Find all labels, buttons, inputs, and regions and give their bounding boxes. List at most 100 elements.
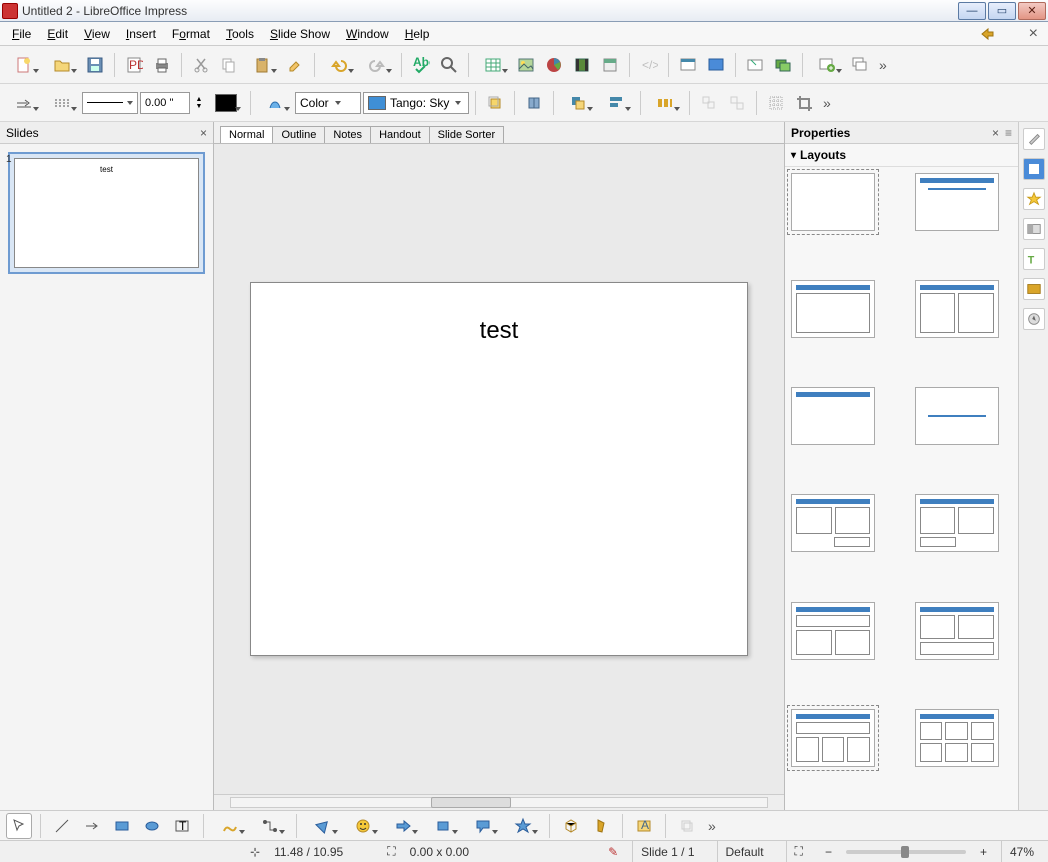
menu-format[interactable]: Format xyxy=(164,25,218,43)
tab-normal[interactable]: Normal xyxy=(220,126,273,143)
arrange-button[interactable] xyxy=(560,90,596,116)
sidebar-properties-icon[interactable] xyxy=(1023,158,1045,180)
table-button[interactable] xyxy=(475,52,511,78)
fill-color-select[interactable]: Tango: Sky xyxy=(363,92,469,114)
fit-slide-button[interactable]: ⛶ xyxy=(786,841,811,862)
line-color-button[interactable] xyxy=(208,90,244,116)
rectangle-tool[interactable] xyxy=(109,813,135,839)
close-properties-panel[interactable]: × xyxy=(992,126,999,140)
sidebar-settings-icon[interactable] xyxy=(1023,128,1045,150)
insert-object-button[interactable] xyxy=(597,52,623,78)
start-slideshow-button[interactable] xyxy=(703,52,729,78)
layout-one-two[interactable] xyxy=(915,494,999,552)
tab-slidesorter[interactable]: Slide Sorter xyxy=(429,126,504,143)
zoom-in-button[interactable]: + xyxy=(980,845,987,859)
insert-chart-button[interactable] xyxy=(541,52,567,78)
curve-tool[interactable] xyxy=(212,813,248,839)
close-document-button[interactable]: × xyxy=(1023,25,1044,43)
slide-canvas-viewport[interactable]: test xyxy=(214,144,784,794)
layout-two-one[interactable] xyxy=(791,494,875,552)
layout-stack-two[interactable] xyxy=(791,602,875,660)
menu-edit[interactable]: Edit xyxy=(39,25,76,43)
toggle-extrusion-tool[interactable] xyxy=(674,813,700,839)
glue-tool[interactable] xyxy=(588,813,614,839)
shadow-button[interactable] xyxy=(482,90,508,116)
textbox-tool[interactable]: T xyxy=(169,813,195,839)
connector-tool[interactable] xyxy=(252,813,288,839)
line-tool[interactable] xyxy=(49,813,75,839)
layout-six[interactable] xyxy=(915,709,999,767)
3d-tool[interactable] xyxy=(558,813,584,839)
maximize-button[interactable]: ▭ xyxy=(988,2,1016,20)
print-button[interactable] xyxy=(149,52,175,78)
menu-file[interactable]: File xyxy=(4,25,39,43)
duplicate-slide-button[interactable] xyxy=(847,52,873,78)
sidebar-gallery-icon[interactable] xyxy=(1023,218,1045,240)
update-icon[interactable] xyxy=(975,21,1001,47)
toolbar2-overflow[interactable]: » xyxy=(823,95,831,111)
close-window-button[interactable]: ✕ xyxy=(1018,2,1046,20)
clone-format-button[interactable] xyxy=(282,52,308,78)
ellipse-tool[interactable] xyxy=(139,813,165,839)
insert-media-button[interactable] xyxy=(569,52,595,78)
area-style-button[interactable] xyxy=(257,90,293,116)
flip-button[interactable] xyxy=(521,90,547,116)
slide-master-button[interactable] xyxy=(675,52,701,78)
slide-thumbnail-1[interactable]: test xyxy=(8,152,205,274)
menu-slideshow[interactable]: Slide Show xyxy=(262,25,338,43)
undo-button[interactable] xyxy=(321,52,357,78)
layout-title-only[interactable] xyxy=(791,387,875,445)
layouts-section-header[interactable]: ▾ Layouts xyxy=(785,144,1018,167)
layout-four-top[interactable] xyxy=(791,709,875,767)
new-slide-button[interactable] xyxy=(809,52,845,78)
flowchart-tool[interactable] xyxy=(425,813,461,839)
arrow-tool[interactable] xyxy=(79,813,105,839)
line-style2-button[interactable] xyxy=(44,90,80,116)
layout-title[interactable] xyxy=(915,173,999,231)
close-slides-panel[interactable]: × xyxy=(200,126,207,140)
menu-insert[interactable]: Insert xyxy=(118,25,164,43)
zoom-slider[interactable] xyxy=(846,850,966,854)
distribute-button[interactable] xyxy=(647,90,683,116)
menu-tools[interactable]: Tools xyxy=(218,25,262,43)
zoom-button[interactable] xyxy=(436,52,462,78)
sidebar-star-icon[interactable] xyxy=(1023,188,1045,210)
zoom-out-button[interactable]: − xyxy=(825,845,832,859)
symbol-shapes-tool[interactable] xyxy=(345,813,381,839)
basic-shapes-tool[interactable] xyxy=(305,813,341,839)
save-button[interactable] xyxy=(82,52,108,78)
sidebar-navigator-icon[interactable] xyxy=(1023,308,1045,330)
tab-handout[interactable]: Handout xyxy=(370,126,430,143)
fill-mode-select[interactable]: Color xyxy=(295,92,361,114)
cut-button[interactable] xyxy=(188,52,214,78)
redo-button[interactable] xyxy=(359,52,395,78)
grid-button[interactable] xyxy=(763,90,789,116)
minimize-button[interactable]: — xyxy=(958,2,986,20)
layout-two-content[interactable] xyxy=(915,280,999,338)
layout-centered[interactable] xyxy=(915,387,999,445)
tab-outline[interactable]: Outline xyxy=(272,126,325,143)
animation-button[interactable] xyxy=(770,52,796,78)
fontwork-tool[interactable]: A xyxy=(631,813,657,839)
crop-button[interactable] xyxy=(791,90,817,116)
select-tool[interactable] xyxy=(6,813,32,839)
line-style-select[interactable] xyxy=(82,92,138,114)
open-button[interactable] xyxy=(44,52,80,78)
slide-canvas[interactable]: test xyxy=(250,282,748,656)
group-button[interactable] xyxy=(696,90,722,116)
sidebar-animation-icon[interactable] xyxy=(1023,278,1045,300)
arrow-style-button[interactable] xyxy=(6,90,42,116)
ungroup-button[interactable] xyxy=(724,90,750,116)
status-style[interactable]: Default xyxy=(717,841,772,862)
status-signature-icon[interactable]: ✎ xyxy=(608,845,618,859)
horizontal-scrollbar[interactable] xyxy=(214,794,784,810)
tab-notes[interactable]: Notes xyxy=(324,126,371,143)
toolbar-overflow[interactable]: » xyxy=(879,57,887,73)
insert-image-button[interactable] xyxy=(513,52,539,78)
menu-window[interactable]: Window xyxy=(338,25,397,43)
layout-two-stack[interactable] xyxy=(915,602,999,660)
hyperlink-button[interactable]: </> xyxy=(636,52,662,78)
spellcheck-button[interactable]: Abc xyxy=(408,52,434,78)
slide-button[interactable] xyxy=(742,52,768,78)
line-width-input[interactable]: 0.00 " xyxy=(140,92,190,114)
